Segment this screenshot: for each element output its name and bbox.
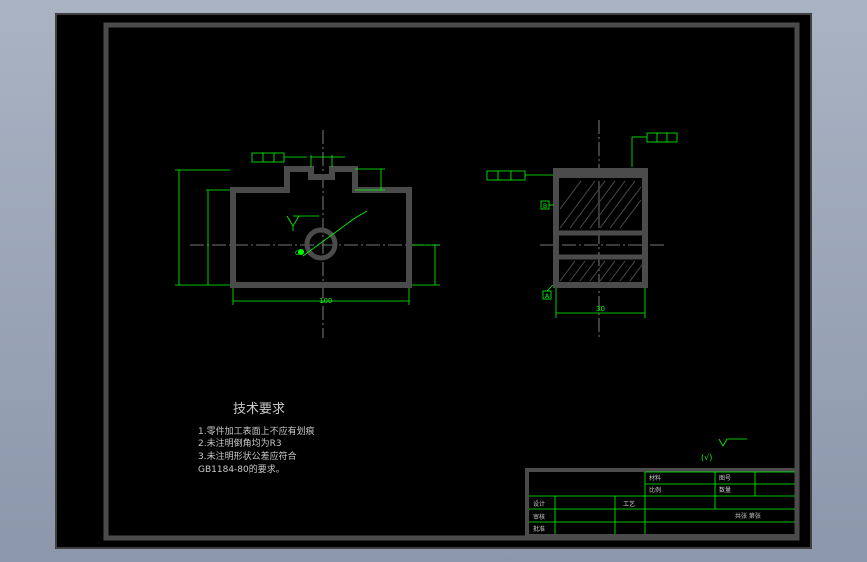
tb-check: 审核	[533, 513, 545, 521]
datum-b-label: B	[543, 203, 547, 210]
part-outline	[230, 166, 412, 288]
tech-title: 技术要求	[233, 402, 285, 417]
roughness-note: (√)	[701, 438, 747, 462]
tb-approve: 批准	[533, 525, 545, 533]
cad-drawing: C 100 B A 30 技术要求 1.零件加工表面上不应有划痕 2.未注明倒角…	[55, 13, 812, 549]
tb-process: 工艺	[623, 500, 635, 508]
side-view: B A 30	[486, 120, 678, 340]
tb-drawn: 图号	[719, 475, 731, 482]
tb-scale: 数量	[719, 486, 731, 494]
dim-width-front: 100	[319, 297, 332, 305]
technical-requirements: 技术要求 1.零件加工表面上不应有划痕 2.未注明倒角均为R3 3.未注明形状公…	[198, 402, 315, 475]
tb-material: 材料	[649, 474, 661, 482]
tech-note-1: 1.零件加工表面上不应有划痕	[198, 425, 315, 437]
drawing-viewport[interactable]: C 100 B A 30 技术要求 1.零件加工表面上不应有划痕 2.未注明倒角…	[55, 13, 812, 549]
tech-note-4: GB1184-80的要求。	[198, 463, 285, 475]
tech-note-2: 2.未注明倒角均为R3	[198, 437, 282, 449]
front-view: C 100	[175, 130, 440, 338]
tb-ratio: 比例	[649, 486, 661, 494]
title-block: 材料 比例 图号 数量 设计 审核 批准 工艺 共张 第张	[525, 468, 799, 538]
dim-side-width: 30	[596, 305, 605, 313]
roughness-symbol: (√)	[701, 453, 712, 462]
tech-note-3: 3.未注明形状公差应符合	[198, 450, 297, 462]
tb-sheet: 共张 第张	[735, 512, 761, 520]
outer-frame	[55, 13, 812, 549]
tb-design: 设计	[533, 500, 545, 508]
bore-circle	[304, 227, 338, 261]
datum-c-label: C	[295, 250, 299, 257]
